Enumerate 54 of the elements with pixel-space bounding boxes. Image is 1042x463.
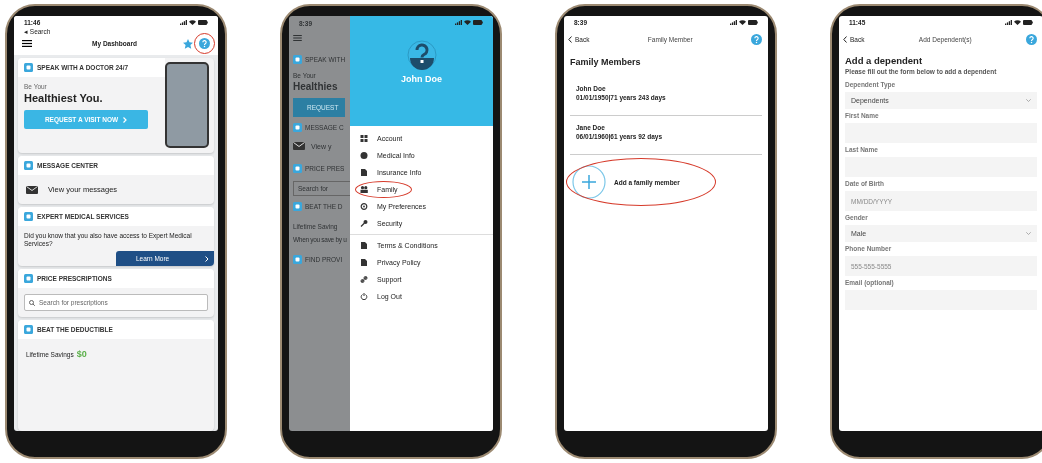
savings-amount: $0 bbox=[76, 349, 87, 359]
wifi-icon bbox=[739, 19, 746, 25]
menu-icon[interactable] bbox=[22, 40, 32, 47]
headline: Healthies bbox=[293, 81, 338, 92]
user-name: John Doe bbox=[401, 74, 442, 84]
signal-icon bbox=[180, 19, 187, 25]
document-icon bbox=[360, 242, 368, 249]
help-icon[interactable] bbox=[199, 38, 210, 49]
battery-icon bbox=[748, 19, 758, 25]
wifi-icon bbox=[189, 19, 196, 25]
signal-icon bbox=[1005, 19, 1012, 25]
envelope-icon bbox=[293, 142, 305, 150]
tile-icon bbox=[293, 255, 302, 264]
tile-icon bbox=[24, 274, 33, 283]
help-icon[interactable] bbox=[1026, 34, 1037, 45]
chevron-down-icon bbox=[1026, 232, 1031, 235]
battery-icon bbox=[198, 19, 208, 25]
key-icon bbox=[360, 220, 368, 227]
chevron-down-icon bbox=[1026, 99, 1031, 102]
page-heading: Add a dependent bbox=[844, 54, 924, 68]
help-icon[interactable] bbox=[751, 34, 762, 45]
chevron-right-icon bbox=[123, 116, 128, 123]
page-heading: Family Members bbox=[569, 56, 642, 69]
envelope-icon bbox=[26, 185, 38, 194]
battery-icon bbox=[473, 19, 483, 25]
link-icon bbox=[360, 276, 368, 283]
tile-icon bbox=[24, 63, 33, 72]
tile-icon bbox=[293, 164, 302, 173]
power-icon bbox=[360, 293, 368, 300]
headline: Healthiest You. bbox=[24, 92, 103, 104]
tile-icon bbox=[24, 325, 33, 334]
chevron-right-icon bbox=[205, 255, 209, 262]
settings-icon bbox=[360, 203, 368, 210]
document-icon bbox=[360, 259, 368, 266]
signal-icon bbox=[730, 19, 737, 25]
search-icon bbox=[29, 300, 35, 306]
tile-icon bbox=[293, 202, 302, 211]
star-icon[interactable] bbox=[183, 38, 193, 49]
tile-icon bbox=[293, 55, 302, 64]
document-icon bbox=[360, 169, 368, 176]
tile-icon bbox=[293, 123, 302, 132]
wifi-icon bbox=[1014, 19, 1021, 25]
grid-icon bbox=[360, 135, 368, 142]
add-icon[interactable] bbox=[572, 165, 606, 199]
user-avatar-icon bbox=[406, 40, 437, 70]
signal-icon bbox=[455, 19, 462, 25]
chevron-left-icon bbox=[843, 36, 847, 43]
circle-icon bbox=[360, 152, 368, 159]
people-icon bbox=[360, 186, 368, 193]
wifi-icon bbox=[464, 19, 471, 25]
battery-icon bbox=[1023, 19, 1033, 25]
tile-icon bbox=[24, 212, 33, 221]
envelope-tile-icon bbox=[24, 161, 33, 170]
chevron-left-icon bbox=[568, 36, 572, 43]
